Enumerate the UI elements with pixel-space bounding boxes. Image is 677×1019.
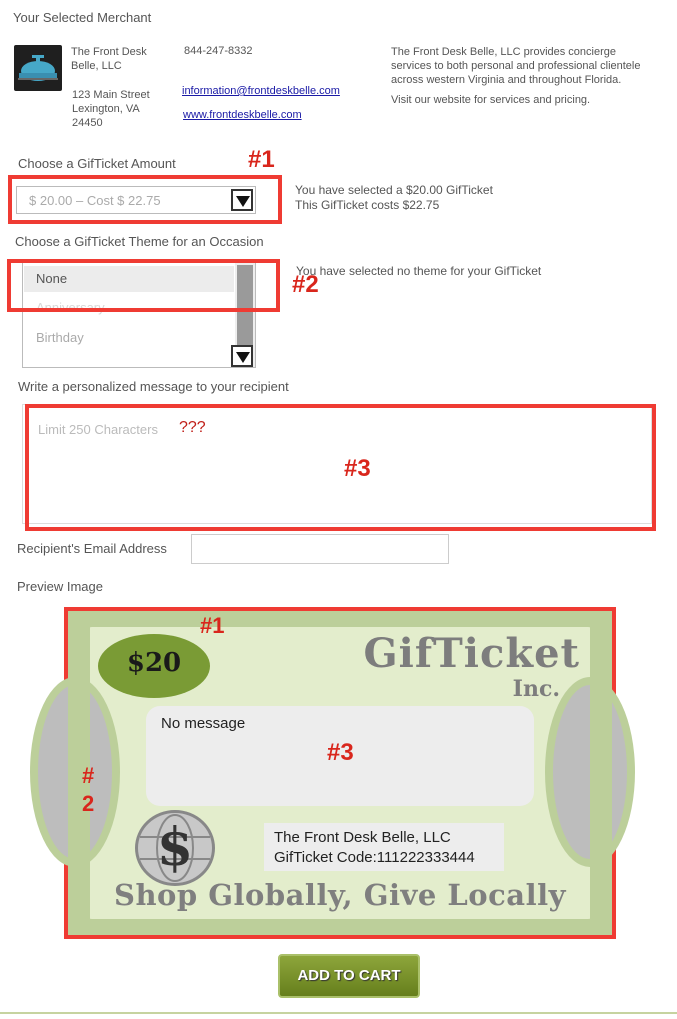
- ticket-annotation-3: #3: [327, 739, 354, 766]
- merchant-name: The Front Desk Belle, LLC: [71, 46, 147, 72]
- ticket-code: GifTicket Code:111222333444: [274, 849, 475, 866]
- theme-label: Choose a GifTicket Theme for an Occasion: [15, 234, 264, 249]
- concierge-bell-icon: [18, 55, 58, 81]
- add-to-cart-button[interactable]: ADD TO CART: [278, 954, 420, 998]
- annotation-3: #3: [344, 455, 371, 482]
- ticket-code-box: The Front Desk Belle, LLC GifTicket Code…: [264, 823, 504, 871]
- ticket-brand: GifTicket: [363, 630, 580, 677]
- page-bottom-divider: [0, 1012, 677, 1014]
- merchant-description: The Front Desk Belle, LLC provides conci…: [391, 46, 641, 106]
- recipient-email-label: Recipient's Email Address: [17, 541, 167, 556]
- preview-label: Preview Image: [17, 579, 103, 594]
- ticket-annotation-1: #1: [200, 613, 225, 638]
- annotation-1: #1: [248, 146, 275, 173]
- merchant-section-title: Your Selected Merchant: [13, 10, 152, 25]
- annotation-box-3: [25, 404, 656, 531]
- merchant-website-link[interactable]: www.frontdeskbelle.com: [183, 109, 302, 121]
- amount-summary: You have selected a $20.00 GifTicket Thi…: [295, 183, 493, 212]
- ticket-brand-suffix: Inc.: [512, 676, 560, 702]
- theme-dropdown-arrow-icon[interactable]: [231, 345, 253, 367]
- merchant-phone: 844-247-8332: [184, 45, 253, 57]
- globe-icon: $: [135, 810, 215, 886]
- ticket-merchant: The Front Desk Belle, LLC: [274, 829, 451, 846]
- merchant-address: 123 Main Street Lexington, VA 24450: [72, 89, 150, 129]
- dollar-sign-icon: $: [156, 817, 194, 878]
- annotation-2: #2: [292, 271, 319, 298]
- message-label: Write a personalized message to your rec…: [18, 379, 289, 394]
- ticket-message: No message: [161, 715, 246, 732]
- ticket-amount: $20: [126, 648, 182, 678]
- amount-select[interactable]: $ 20.00 – Cost $ 22.75: [16, 186, 256, 214]
- merchant-email-link[interactable]: information@frontdeskbelle.com: [182, 85, 340, 97]
- ticket-annotation-2: # 2: [82, 763, 95, 816]
- theme-option-birthday[interactable]: Birthday: [24, 325, 234, 351]
- annotation-box-2: [7, 259, 280, 312]
- amount-dropdown-arrow-icon[interactable]: [231, 189, 253, 211]
- ticket-slogan: Shop Globally, Give Locally: [114, 878, 566, 912]
- amount-select-value: $ 20.00 – Cost $ 22.75: [29, 193, 161, 208]
- merchant-logo: [14, 45, 62, 91]
- amount-label: Choose a GifTicket Amount: [18, 156, 176, 171]
- theme-summary: You have selected no theme for your GifT…: [296, 264, 542, 278]
- recipient-email-input[interactable]: [191, 534, 449, 564]
